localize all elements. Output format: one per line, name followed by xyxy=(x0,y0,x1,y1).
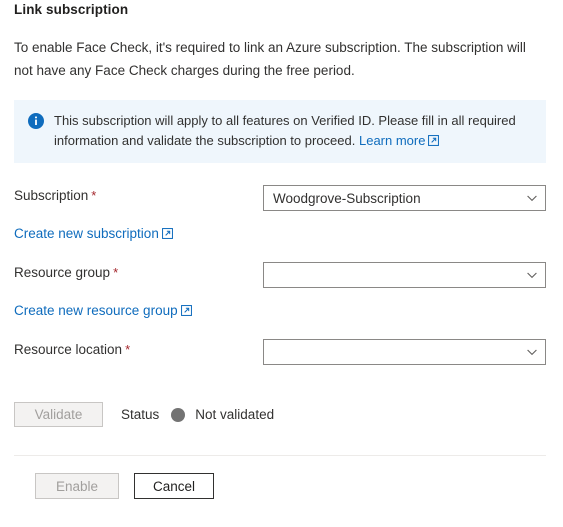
label-resource-location-text: Resource location xyxy=(14,342,123,357)
resource-location-dropdown[interactable] xyxy=(263,339,546,365)
status-label: Status xyxy=(121,407,160,422)
create-new-resource-group-label: Create new resource group xyxy=(14,303,178,318)
create-new-resource-group-link[interactable]: Create new resource group xyxy=(14,303,192,318)
footer-divider xyxy=(14,455,546,456)
external-link-icon xyxy=(428,135,440,146)
page-title: Link subscription xyxy=(14,2,129,17)
field-row-subscription: Subscription * Woodgrove-Subscription xyxy=(0,185,563,211)
field-row-resource-location: Resource location * xyxy=(0,339,563,365)
subscription-dropdown-value: Woodgrove-Subscription xyxy=(273,190,421,206)
enable-button[interactable]: Enable xyxy=(35,473,119,499)
learn-more-label: Learn more xyxy=(358,133,426,148)
required-asterisk: * xyxy=(113,265,119,280)
label-resource-location: Resource location * xyxy=(14,342,130,357)
chevron-down-icon xyxy=(525,268,539,282)
info-banner: This subscription will apply to all feat… xyxy=(14,100,546,163)
info-banner-message: This subscription will apply to all feat… xyxy=(54,113,516,148)
validation-row: Validate Status Not validated xyxy=(14,402,274,427)
required-asterisk: * xyxy=(125,342,131,357)
external-link-icon xyxy=(161,228,173,239)
field-row-resource-group: Resource group * xyxy=(0,262,563,288)
chevron-down-icon xyxy=(525,191,539,205)
create-new-subscription-label: Create new subscription xyxy=(14,226,159,241)
label-subscription-text: Subscription xyxy=(14,188,89,203)
label-resource-group: Resource group * xyxy=(14,265,118,280)
status-indicator-dot xyxy=(171,407,186,422)
learn-more-link[interactable]: Learn more xyxy=(355,133,440,148)
subscription-dropdown[interactable]: Woodgrove-Subscription xyxy=(263,185,546,211)
cancel-button[interactable]: Cancel xyxy=(134,473,214,499)
info-circle-icon xyxy=(28,113,44,129)
footer-actions: Enable Cancel xyxy=(35,473,214,499)
required-asterisk: * xyxy=(91,188,97,203)
resource-group-dropdown[interactable] xyxy=(263,262,546,288)
intro-description: To enable Face Check, it's required to l… xyxy=(14,40,526,78)
create-new-subscription-link[interactable]: Create new subscription xyxy=(14,226,173,241)
label-resource-group-text: Resource group xyxy=(14,265,111,280)
chevron-down-icon xyxy=(525,345,539,359)
external-link-icon xyxy=(180,305,192,316)
status-value: Not validated xyxy=(195,407,275,422)
validate-button[interactable]: Validate xyxy=(14,402,103,427)
info-banner-text: This subscription will apply to all feat… xyxy=(54,111,524,151)
label-subscription: Subscription * xyxy=(14,188,96,203)
